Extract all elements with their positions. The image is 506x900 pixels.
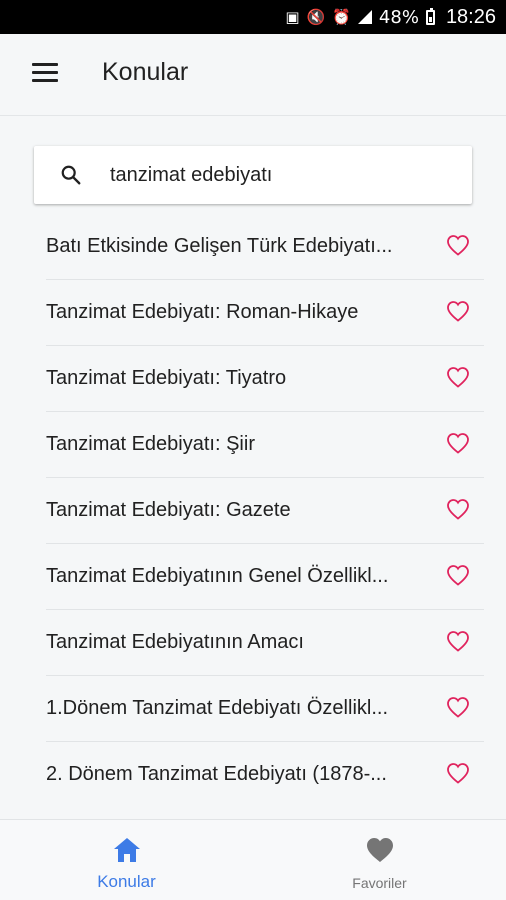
search-box[interactable]: [34, 146, 472, 204]
alarm-icon: ⏰: [332, 7, 351, 26]
favorite-heart-icon[interactable]: [446, 498, 470, 520]
sim-icon: ▣: [285, 7, 300, 26]
favorite-heart-icon[interactable]: [446, 696, 470, 718]
favorite-heart-icon[interactable]: [446, 432, 470, 454]
status-icons: ▣ 🔇 ⏰ 48% 18:26: [285, 0, 496, 34]
list-item[interactable]: Tanzimat Edebiyatı: Roman-Hikaye: [46, 280, 484, 346]
list-item[interactable]: 2. Dönem Tanzimat Edebiyatı (1878-...: [46, 742, 484, 808]
favorite-heart-icon[interactable]: [446, 300, 470, 322]
favorite-heart-icon[interactable]: [446, 630, 470, 652]
app-bar: Konular: [0, 34, 506, 116]
list-item[interactable]: Tanzimat Edebiyatının Amacı: [46, 610, 484, 676]
favorite-heart-icon[interactable]: [446, 564, 470, 586]
list-item[interactable]: Tanzimat Edebiyatı: Şiir: [46, 412, 484, 478]
status-time: 18:26: [445, 5, 496, 28]
bottom-navigation: Konular Favoriler: [0, 819, 506, 900]
status-bar: ▣ 🔇 ⏰ 48% 18:26: [0, 0, 506, 34]
favorite-heart-icon[interactable]: [446, 234, 470, 256]
favorite-heart-icon[interactable]: [446, 762, 470, 784]
home-icon: [114, 838, 140, 862]
nav-tab-favoriler[interactable]: Favoriler: [253, 820, 506, 900]
vibrate-mute-icon: 🔇: [306, 7, 326, 26]
battery-icon: [425, 7, 435, 25]
list-item-label: Tanzimat Edebiyatı: Tiyatro: [46, 367, 287, 389]
list-item[interactable]: 1.Dönem Tanzimat Edebiyatı Özellikl...: [46, 676, 484, 742]
nav-tab-favoriler-label: Favoriler: [352, 875, 407, 891]
list-item-label: Tanzimat Edebiyatı: Şiir: [46, 433, 255, 455]
favorite-heart-icon[interactable]: [446, 366, 470, 388]
list-item-label: Tanzimat Edebiyatı: Gazete: [46, 499, 291, 521]
search-input[interactable]: [110, 146, 450, 204]
battery-percent: 48%: [378, 6, 419, 28]
topic-list: Batı Etkisinde Gelişen Türk Edebiyatı...…: [0, 214, 506, 808]
list-item[interactable]: Batı Etkisinde Gelişen Türk Edebiyatı...: [46, 214, 484, 280]
content-area: Batı Etkisinde Gelişen Türk Edebiyatı...…: [0, 116, 506, 819]
nav-tab-konular[interactable]: Konular: [0, 820, 253, 900]
list-item-label: Batı Etkisinde Gelişen Türk Edebiyatı...: [46, 235, 393, 257]
page-title: Konular: [102, 58, 189, 86]
heart-icon: [367, 838, 393, 862]
list-item-label: Tanzimat Edebiyatı: Roman-Hikaye: [46, 301, 359, 323]
list-item-label: 1.Dönem Tanzimat Edebiyatı Özellikl...: [46, 697, 389, 719]
list-item-label: Tanzimat Edebiyatının Amacı: [46, 631, 304, 653]
list-item-label: 2. Dönem Tanzimat Edebiyatı (1878-...: [46, 763, 387, 785]
menu-icon[interactable]: [32, 63, 58, 83]
list-item[interactable]: Tanzimat Edebiyatı: Tiyatro: [46, 346, 484, 412]
search-icon: [61, 165, 81, 185]
nav-tab-konular-label: Konular: [97, 872, 156, 891]
signal-icon: [357, 10, 372, 24]
list-item-label: Tanzimat Edebiyatının Genel Özellikl...: [46, 565, 389, 587]
list-item[interactable]: Tanzimat Edebiyatının Genel Özellikl...: [46, 544, 484, 610]
list-item[interactable]: Tanzimat Edebiyatı: Gazete: [46, 478, 484, 544]
